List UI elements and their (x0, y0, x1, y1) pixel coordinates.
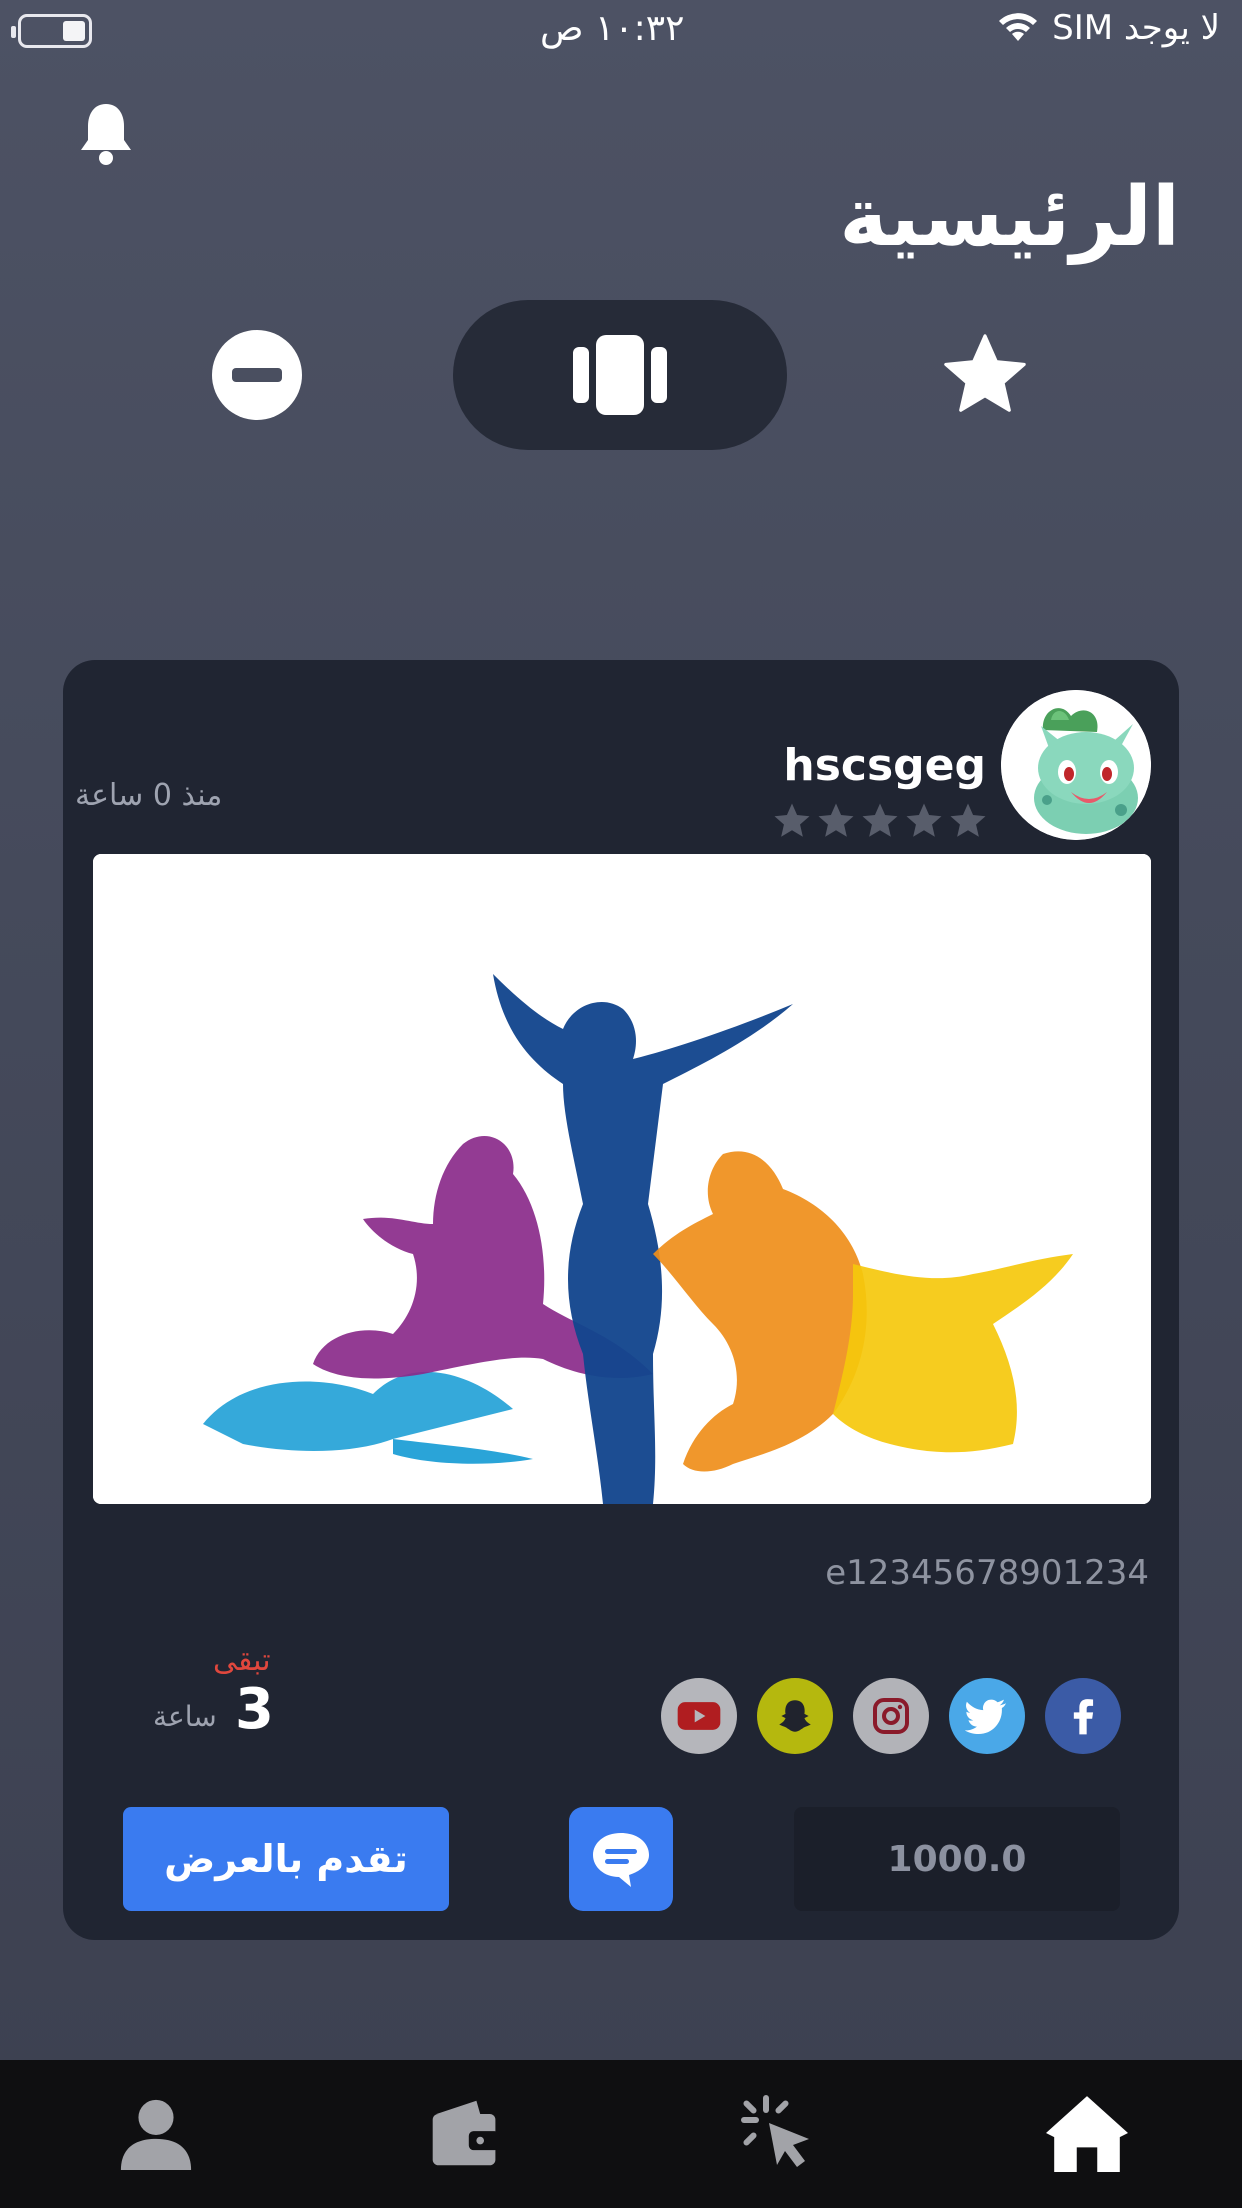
carrier-label: لا يوجد SIM (1052, 8, 1220, 48)
page-title: الرئيسية (839, 170, 1180, 265)
wifi-icon (996, 11, 1040, 45)
battery-icon (11, 14, 92, 48)
cards-icon (573, 335, 667, 415)
post-code: e12345678901234 (825, 1553, 1149, 1593)
post-card[interactable]: hscsgeg منذ 0 ساعة e12345678901234 تبقى … (63, 660, 1179, 1940)
status-time: ١٠:٣٢ ص (540, 8, 685, 49)
chat-icon (593, 1833, 649, 1887)
star-empty-icon (862, 803, 898, 837)
offer-amount-field[interactable]: 1000.0 (794, 1807, 1120, 1911)
home-icon[interactable] (1032, 2078, 1142, 2188)
facebook-icon[interactable] (1045, 1678, 1121, 1754)
username[interactable]: hscsgeg (783, 740, 986, 791)
twitter-icon[interactable] (949, 1678, 1025, 1754)
star-empty-icon (950, 803, 986, 837)
wallet-icon[interactable] (410, 2078, 520, 2188)
snapchat-icon[interactable] (757, 1678, 833, 1754)
tab-bar (0, 2060, 1242, 2208)
chat-button[interactable] (569, 1807, 673, 1911)
status-bar: ١٠:٣٢ ص لا يوجد SIM (0, 0, 1242, 60)
post-image[interactable] (93, 854, 1151, 1504)
bell-icon[interactable] (76, 100, 136, 168)
remaining-value: 3 (235, 1677, 274, 1742)
rating-stars (771, 800, 989, 842)
instagram-icon[interactable] (853, 1678, 929, 1754)
social-links (661, 1678, 1121, 1754)
star-empty-icon (774, 803, 810, 837)
remaining-label: تبقى (213, 1643, 271, 1678)
star-empty-icon (818, 803, 854, 837)
star-icon[interactable] (938, 328, 1032, 422)
cards-tab-selected[interactable] (453, 300, 787, 450)
profile-icon[interactable] (101, 2078, 211, 2188)
click-icon[interactable] (724, 2078, 834, 2188)
block-icon[interactable] (212, 330, 302, 420)
carrier-group: لا يوجد SIM (996, 8, 1220, 48)
submit-offer-button[interactable]: تقدم بالعرض (123, 1807, 449, 1911)
time-ago: منذ 0 ساعة (75, 778, 223, 813)
youtube-icon[interactable] (661, 1678, 737, 1754)
remaining-unit: ساعة (153, 1700, 217, 1733)
star-empty-icon (906, 803, 942, 837)
avatar[interactable] (1001, 690, 1151, 840)
